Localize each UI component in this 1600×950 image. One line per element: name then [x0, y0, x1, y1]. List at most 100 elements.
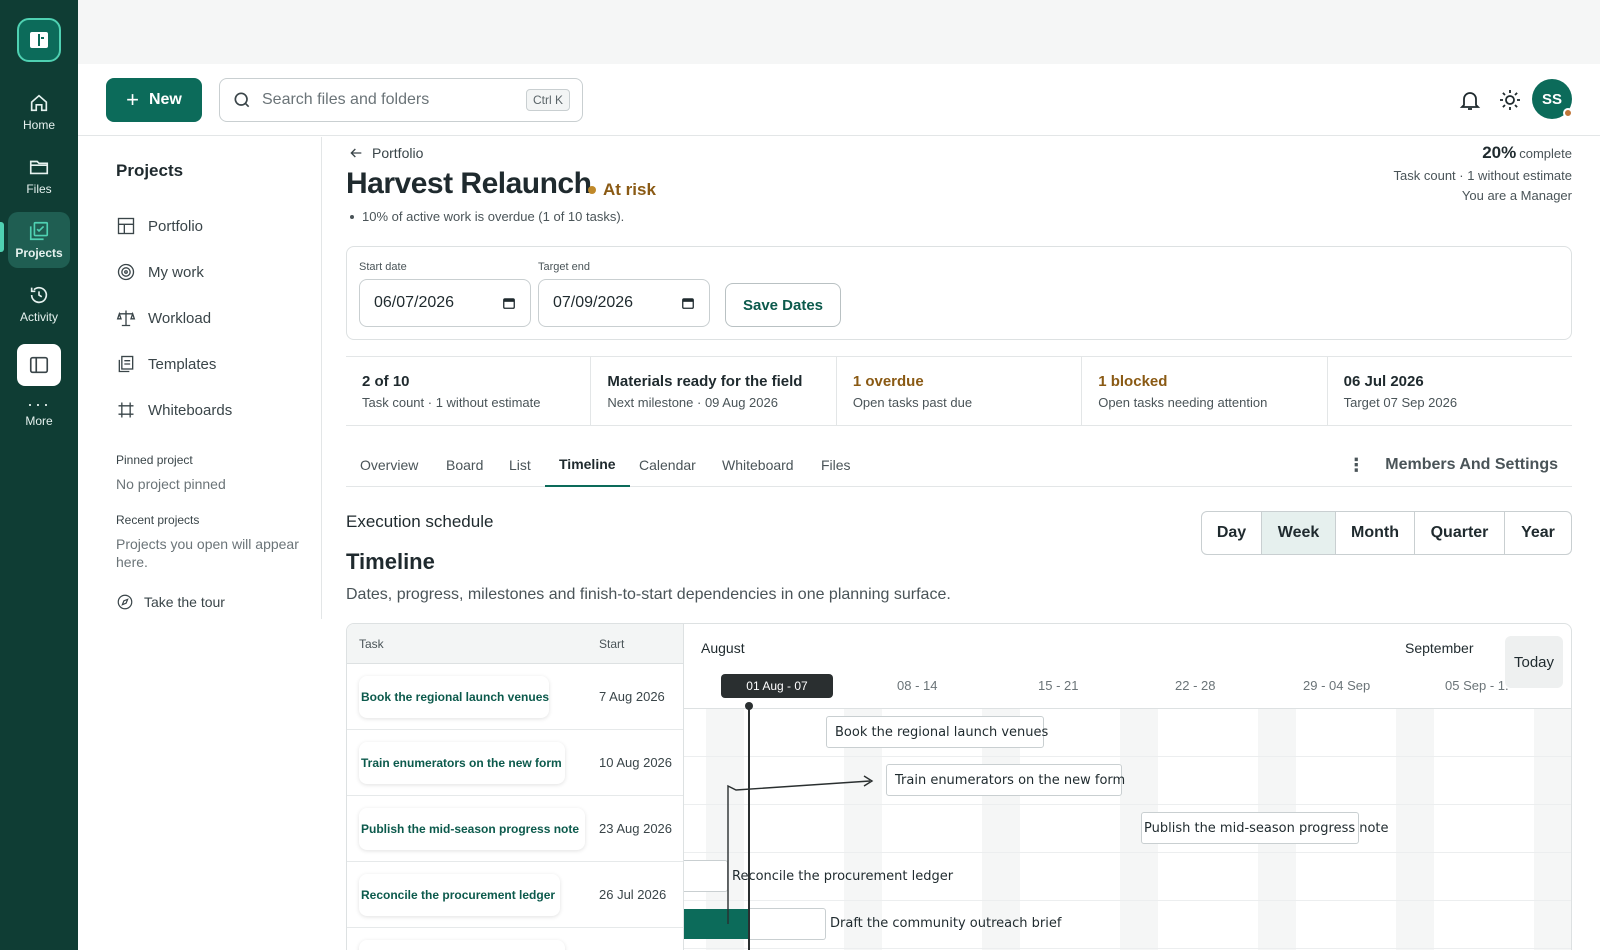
app-logo[interactable]	[17, 18, 61, 62]
col-start-header: Start	[599, 637, 625, 651]
pinned-project-label: Pinned project	[116, 453, 193, 467]
breadcrumb-label: Portfolio	[372, 145, 424, 161]
start-date-input[interactable]: 06/07/2026	[359, 279, 531, 327]
gantt-chart: Task Start Book the regional launch venu…	[346, 623, 1572, 950]
save-dates-button[interactable]: Save Dates	[725, 283, 841, 327]
stat-title: 2 of 10	[362, 373, 410, 390]
rail-label: Home	[22, 118, 55, 132]
sidebar-toggle-icon	[29, 356, 49, 374]
arrow-left-icon	[350, 148, 362, 158]
subnav-item-whiteboards[interactable]: Whiteboards	[116, 387, 283, 433]
grid-icon	[117, 217, 135, 235]
task-link[interactable]	[359, 940, 565, 950]
search-input[interactable]: Search files and folders Ctrl K	[219, 78, 583, 122]
sidebar-toggle-button[interactable]	[17, 344, 61, 386]
rail-label: Activity	[19, 310, 58, 324]
rail-label: More	[25, 414, 53, 428]
table-row: Book the regional launch venues 7 Aug 20…	[347, 664, 683, 730]
stat-blocked: 1 blocked Open tasks needing attention	[1082, 357, 1328, 425]
scale-month-button[interactable]: Month	[1336, 512, 1415, 554]
target-end-input[interactable]: 07/09/2026	[538, 279, 710, 327]
avatar-initials: SS	[1541, 90, 1562, 108]
user-avatar[interactable]: SS	[1532, 79, 1573, 119]
rail-label: Projects	[15, 246, 63, 260]
timeline-description: Dates, progress, milestones and finish-t…	[346, 586, 951, 603]
theme-toggle-button[interactable]	[1496, 86, 1524, 114]
scale-week-button[interactable]: Week	[1262, 512, 1336, 554]
tab-board[interactable]: Board	[432, 443, 497, 487]
progress-percent: 20%	[1482, 143, 1517, 162]
search-icon	[234, 92, 250, 108]
stat-sub: Open tasks needing attention	[1098, 395, 1268, 410]
take-tour-link[interactable]: Take the tour	[116, 593, 283, 611]
start-date-value: 06/07/2026	[374, 294, 455, 311]
recent-projects-value: Projects you open will appear here.	[116, 536, 299, 570]
col-task-header: Task	[359, 637, 384, 651]
history-icon	[30, 286, 48, 304]
stat-sub: Target 07 Sep 2026	[1343, 395, 1458, 410]
subnav-item-my-work[interactable]: My work	[116, 249, 283, 295]
tab-overview[interactable]: Overview	[346, 443, 432, 487]
rail-item-activity[interactable]: Activity	[8, 276, 70, 332]
status-label: At risk	[603, 180, 656, 199]
project-tabs: Overview Board List Timeline Calendar Wh…	[346, 443, 1572, 487]
members-settings-button[interactable]: Members And Settings	[1385, 456, 1558, 474]
notifications-button[interactable]	[1456, 86, 1484, 114]
plus-icon: +	[126, 87, 139, 112]
tab-timeline[interactable]: Timeline	[545, 443, 630, 487]
task-start-date: 7 Aug 2026	[599, 689, 665, 704]
subnav-label: Templates	[148, 355, 217, 373]
more-icon: ···	[27, 394, 51, 414]
new-button-label: New	[148, 91, 182, 108]
start-date-label: Start date	[359, 261, 407, 273]
subnav-item-portfolio[interactable]: Portfolio	[116, 203, 283, 249]
bell-icon	[1459, 92, 1481, 110]
stats-strip: 2 of 10 Task count · 1 without estimate …	[346, 356, 1572, 426]
templates-icon	[118, 355, 134, 373]
rail-active-indicator	[0, 222, 4, 252]
recent-projects-label: Recent projects	[116, 513, 200, 527]
stat-title: 1 overdue	[852, 373, 924, 390]
table-row: Publish the mid-season progress note 23 …	[347, 796, 683, 862]
scale-quarter-button[interactable]: Quarter	[1415, 512, 1505, 554]
stat-overdue: 1 overdue Open tasks past due	[837, 357, 1083, 425]
stat-sub: Open tasks past due	[852, 395, 973, 410]
stat-title: Materials ready for the field	[607, 373, 803, 390]
new-button[interactable]: + New	[106, 78, 202, 122]
task-link[interactable]: Reconcile the procurement ledger	[359, 874, 560, 916]
tab-calendar[interactable]: Calendar	[625, 443, 710, 487]
more-vertical-icon[interactable]: ⋮	[1347, 456, 1365, 474]
calendar-icon	[503, 298, 515, 309]
overdue-note-text: 10% of active work is overdue (1 of 10 t…	[362, 209, 625, 224]
rail-item-files[interactable]: Files	[8, 148, 70, 204]
scale-year-button[interactable]: Year	[1505, 512, 1571, 554]
subnav-title: Projects	[116, 161, 184, 180]
dependency-arrow	[727, 775, 874, 924]
tab-files[interactable]: Files	[807, 443, 865, 487]
search-placeholder: Search files and folders	[262, 91, 430, 108]
scale-icon	[116, 310, 136, 327]
progress-task-count: Task count · 1 without estimate	[1393, 168, 1572, 183]
task-link[interactable]: Train enumerators on the new form	[359, 742, 565, 784]
tab-whiteboard[interactable]: Whiteboard	[708, 443, 808, 487]
gantt-list-header: Task Start	[347, 624, 683, 664]
dates-card: Start date 06/07/2026 Target end 07/09/2…	[346, 246, 1572, 340]
pinned-project-value: No project pinned	[116, 476, 226, 492]
progress-role: You are a Manager	[1461, 188, 1572, 203]
task-link[interactable]: Book the regional launch venues	[359, 676, 549, 718]
task-start-date: 10 Aug 2026	[599, 755, 673, 770]
home-icon	[30, 94, 48, 112]
today-marker-dot	[745, 702, 753, 710]
task-link[interactable]: Publish the mid-season progress note	[359, 808, 585, 850]
rail-more[interactable]: ··· More	[25, 394, 53, 428]
breadcrumb[interactable]: Portfolio	[348, 145, 423, 161]
timeline-scale-switch: Day Week Month Quarter Year	[1201, 511, 1572, 555]
subnav-item-workload[interactable]: Workload	[116, 295, 283, 341]
gantt-task-list: Task Start Book the regional launch venu…	[347, 624, 684, 950]
tab-list[interactable]: List	[495, 443, 545, 487]
rail-item-projects[interactable]: Projects	[8, 212, 70, 268]
timeline-title: Timeline	[346, 549, 435, 574]
scale-day-button[interactable]: Day	[1202, 512, 1262, 554]
rail-item-home[interactable]: Home	[8, 84, 70, 140]
subnav-item-templates[interactable]: Templates	[116, 341, 283, 387]
